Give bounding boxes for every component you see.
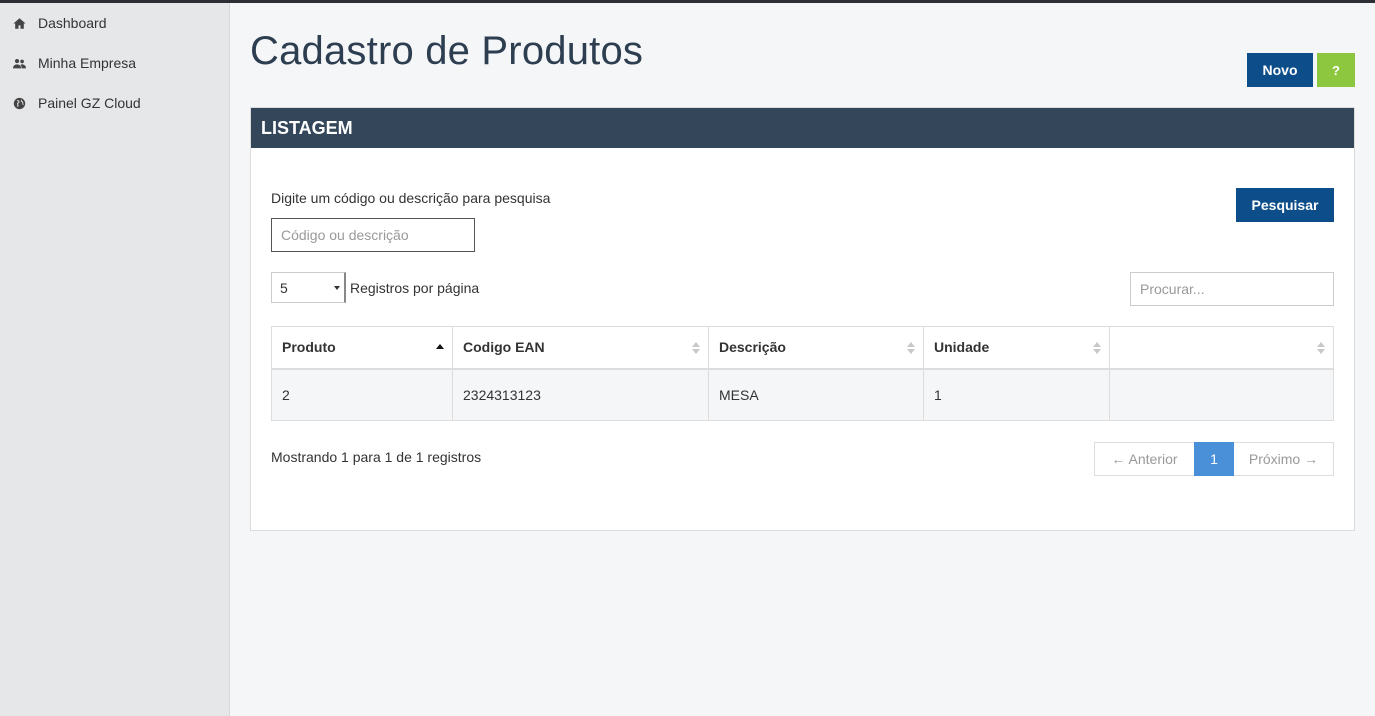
column-header-label: Unidade: [934, 339, 990, 356]
sidebar-item-painel-gz-cloud[interactable]: Painel GZ Cloud: [0, 83, 229, 123]
chevron-down-icon: [334, 286, 340, 290]
search-input[interactable]: [271, 218, 475, 252]
sidebar-item-label: Painel GZ Cloud: [38, 95, 141, 111]
column-header-descricao[interactable]: Descrição: [708, 326, 924, 370]
pagination-previous[interactable]: ← Anterior: [1094, 442, 1194, 476]
home-icon: [12, 16, 26, 30]
cell-codigo-ean: 2324313123: [452, 368, 709, 421]
sort-icon: [692, 342, 700, 354]
sidebar-item-label: Dashboard: [38, 15, 107, 31]
page-length-select[interactable]: 5: [271, 272, 346, 303]
table-header-row: Produto Codigo EAN Descrição Unidade: [271, 326, 1334, 370]
sort-icon: [907, 342, 915, 354]
table-info: Mostrando 1 para 1 de 1 registros: [271, 449, 482, 465]
column-header-codigo-ean[interactable]: Codigo EAN: [452, 326, 709, 370]
sort-icon: [1317, 342, 1325, 354]
sort-asc-icon: [436, 342, 444, 354]
sort-icon: [1093, 342, 1101, 354]
filter-input[interactable]: [1130, 272, 1334, 306]
page-length-value: 5: [280, 279, 288, 296]
table-row[interactable]: 2 2324313123 MESA 1: [271, 368, 1334, 421]
users-icon: [12, 56, 26, 70]
products-table: Produto Codigo EAN Descrição Unidade 2 2…: [271, 326, 1334, 421]
pagination-page-1[interactable]: 1: [1194, 442, 1234, 476]
sidebar: Dashboard Minha Empresa Painel GZ Cloud: [0, 3, 230, 716]
help-button[interactable]: ?: [1317, 53, 1355, 87]
column-header-actions[interactable]: [1109, 326, 1334, 370]
column-header-label: Produto: [282, 339, 336, 356]
column-header-label: Descrição: [719, 339, 786, 356]
sidebar-item-dashboard[interactable]: Dashboard: [0, 3, 229, 43]
column-header-label: Codigo EAN: [463, 339, 545, 356]
cell-produto: 2: [271, 368, 453, 421]
sidebar-item-label: Minha Empresa: [38, 55, 137, 71]
sidebar-item-minha-empresa[interactable]: Minha Empresa: [0, 43, 229, 83]
cell-descricao: MESA: [708, 368, 924, 421]
panel-heading: LISTAGEM: [251, 108, 1354, 148]
column-header-produto[interactable]: Produto: [271, 326, 453, 370]
search-label: Digite um código ou descrição para pesqu…: [271, 190, 551, 206]
new-button[interactable]: Novo: [1247, 53, 1313, 87]
pagination-next[interactable]: Próximo →: [1234, 442, 1334, 476]
globe-icon: [12, 96, 26, 110]
page-length-label: Registros por página: [350, 280, 480, 296]
pagination: ← Anterior 1 Próximo →: [1094, 442, 1334, 476]
listing-panel: LISTAGEM Digite um código ou descrição p…: [250, 107, 1355, 531]
search-button[interactable]: Pesquisar: [1236, 188, 1334, 222]
page-title: Cadastro de Produtos: [250, 29, 644, 73]
column-header-unidade[interactable]: Unidade: [923, 326, 1110, 370]
cell-actions: [1109, 368, 1334, 421]
cell-unidade: 1: [923, 368, 1110, 421]
